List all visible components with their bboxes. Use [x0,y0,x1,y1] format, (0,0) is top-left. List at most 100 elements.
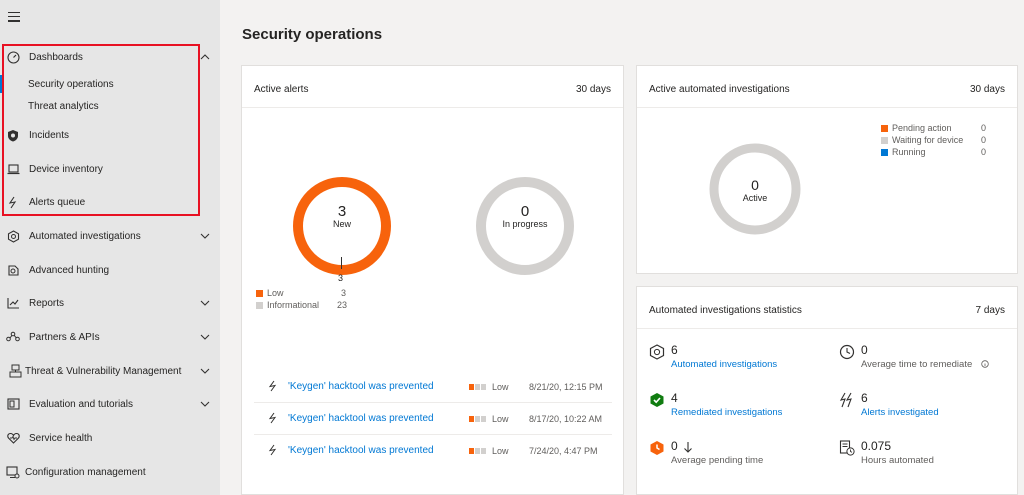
config-icon [6,465,20,479]
heart-icon [6,431,20,445]
severity-text: Low [492,446,509,456]
donut-tick [341,257,342,269]
sidebar-item-label: Partners & APIs [29,331,100,343]
sidebar-item-label: Service health [29,432,93,444]
stat-label-link[interactable]: Alerts investigated [861,407,939,418]
stat-label: Hours automated [861,455,934,466]
time-range: 30 days [969,84,1005,95]
threat-icon [8,364,22,378]
sidebar: Dashboards Security operations Threat an… [0,0,220,495]
stat-value: 6 [861,391,868,405]
sidebar-item-evaluation[interactable]: Evaluation and tutorials [0,390,220,418]
legend-label: Running [892,147,926,157]
chevron-up-icon[interactable] [199,51,211,63]
sidebar-item-configuration[interactable]: Configuration management [0,458,220,486]
info-icon[interactable] [981,360,989,368]
highlight-box [2,44,200,216]
stat-label: Average time to remediate [861,359,973,370]
stat-value: 0.075 [861,439,892,453]
legend-label: Pending action [892,123,952,133]
severity-bars [469,448,487,454]
legend-low: Low [256,288,284,298]
hexagon-icon [649,344,665,360]
legend-swatch [881,124,888,132]
card-header: Active alerts 30 days [242,66,623,108]
eval-icon [6,397,20,411]
stat-value: 4 [671,391,678,405]
document-clock-icon [839,440,855,456]
chevron-down-icon[interactable] [199,297,211,309]
chevron-down-icon[interactable] [199,230,211,242]
sidebar-item-service-health[interactable]: Service health [0,424,220,452]
sidebar-item-partners-apis[interactable]: Partners & APIs [0,323,220,351]
alert-row[interactable]: 'Keygen' hacktool was prevented Low 7/24… [254,436,612,467]
legend-waiting: Waiting for device [881,135,963,145]
severity-text: Low [492,382,509,392]
chevron-down-icon[interactable] [199,331,211,343]
legend-label: Informational [267,300,320,310]
sidebar-item-automated-investigations[interactable]: Automated investigations [0,222,220,250]
bolt-icon [268,380,277,392]
sidebar-item-label: Threat & Vulnerability Management [25,365,182,377]
active-count: 0 [751,177,759,193]
severity-bars [469,384,487,390]
card-title[interactable]: Active alerts [254,84,308,95]
sidebar-item-reports[interactable]: Reports [0,289,220,317]
in-progress-label: In progress [502,219,548,229]
hunt-icon [6,263,20,277]
card-title[interactable]: Automated investigations statistics [649,305,802,316]
card-header: Active automated investigations 30 days [637,66,1017,108]
hamburger-icon[interactable] [8,12,22,26]
legend-swatch [881,136,888,144]
alert-date: 8/21/20, 12:15 PM [529,382,603,392]
remediated-hexagon-icon [650,393,664,407]
stat-value: 0 [671,439,678,453]
chevron-down-icon[interactable] [199,398,211,410]
legend-running: Running [881,147,926,157]
legend-value: 0 [981,135,987,145]
active-alerts-card: Active alerts 30 days 3 New 0 In progres… [241,65,624,495]
sidebar-item-label: Reports [29,297,65,309]
severity-text: Low [492,414,509,424]
clock-icon [839,344,855,360]
active-label: Active [742,193,768,203]
alert-title-link[interactable]: 'Keygen' hacktool was prevented [288,445,434,456]
sidebar-item-label: Configuration management [25,466,146,478]
time-range: 7 days [975,305,1005,316]
stat-label: Average pending time [671,455,764,466]
bolt-icon [268,412,277,424]
alert-title-link[interactable]: 'Keygen' hacktool was prevented [288,381,434,392]
investigation-stats-card: Automated investigations statistics 7 da… [636,286,1018,495]
pending-hexagon-icon [650,441,664,455]
stat-label-link[interactable]: Remediated investigations [671,407,782,418]
card-title[interactable]: Active automated investigations [649,84,790,95]
sidebar-item-label: Advanced hunting [29,264,110,276]
time-range: 30 days [575,84,611,95]
legend-value: 3 [341,288,347,298]
in-progress-count: 0 [520,203,530,220]
legend-swatch [256,301,263,309]
legend-value: 23 [337,300,348,310]
legend-value: 0 [981,123,987,133]
legend-value: 0 [981,147,987,157]
legend-pending: Pending action [881,123,952,133]
stat-label-link[interactable]: Automated investigations [671,359,777,370]
alert-date: 8/17/20, 10:22 AM [529,414,603,424]
legend-label: Low [267,288,284,298]
legend-informational: Informational [256,300,319,310]
card-header: Automated investigations statistics 7 da… [637,287,1017,329]
nodes-icon [6,330,20,344]
legend-swatch [881,148,888,156]
alert-date: 7/24/20, 4:47 PM [529,446,598,456]
alert-row[interactable]: 'Keygen' hacktool was prevented Low 8/21… [254,372,612,403]
sidebar-item-advanced-hunting[interactable]: Advanced hunting [0,256,220,284]
alert-row[interactable]: 'Keygen' hacktool was prevented Low 8/17… [254,404,612,435]
stat-value: 0 [861,343,868,357]
stat-value: 6 [671,343,678,357]
sidebar-item-threat-vulnerability[interactable]: Threat & Vulnerability Management [0,357,220,385]
tick-value: 3 [338,273,344,283]
alert-title-link[interactable]: 'Keygen' hacktool was prevented [288,413,434,424]
legend-label: Waiting for device [892,135,964,145]
chevron-down-icon[interactable] [199,365,211,377]
bolt-icon [268,444,277,456]
